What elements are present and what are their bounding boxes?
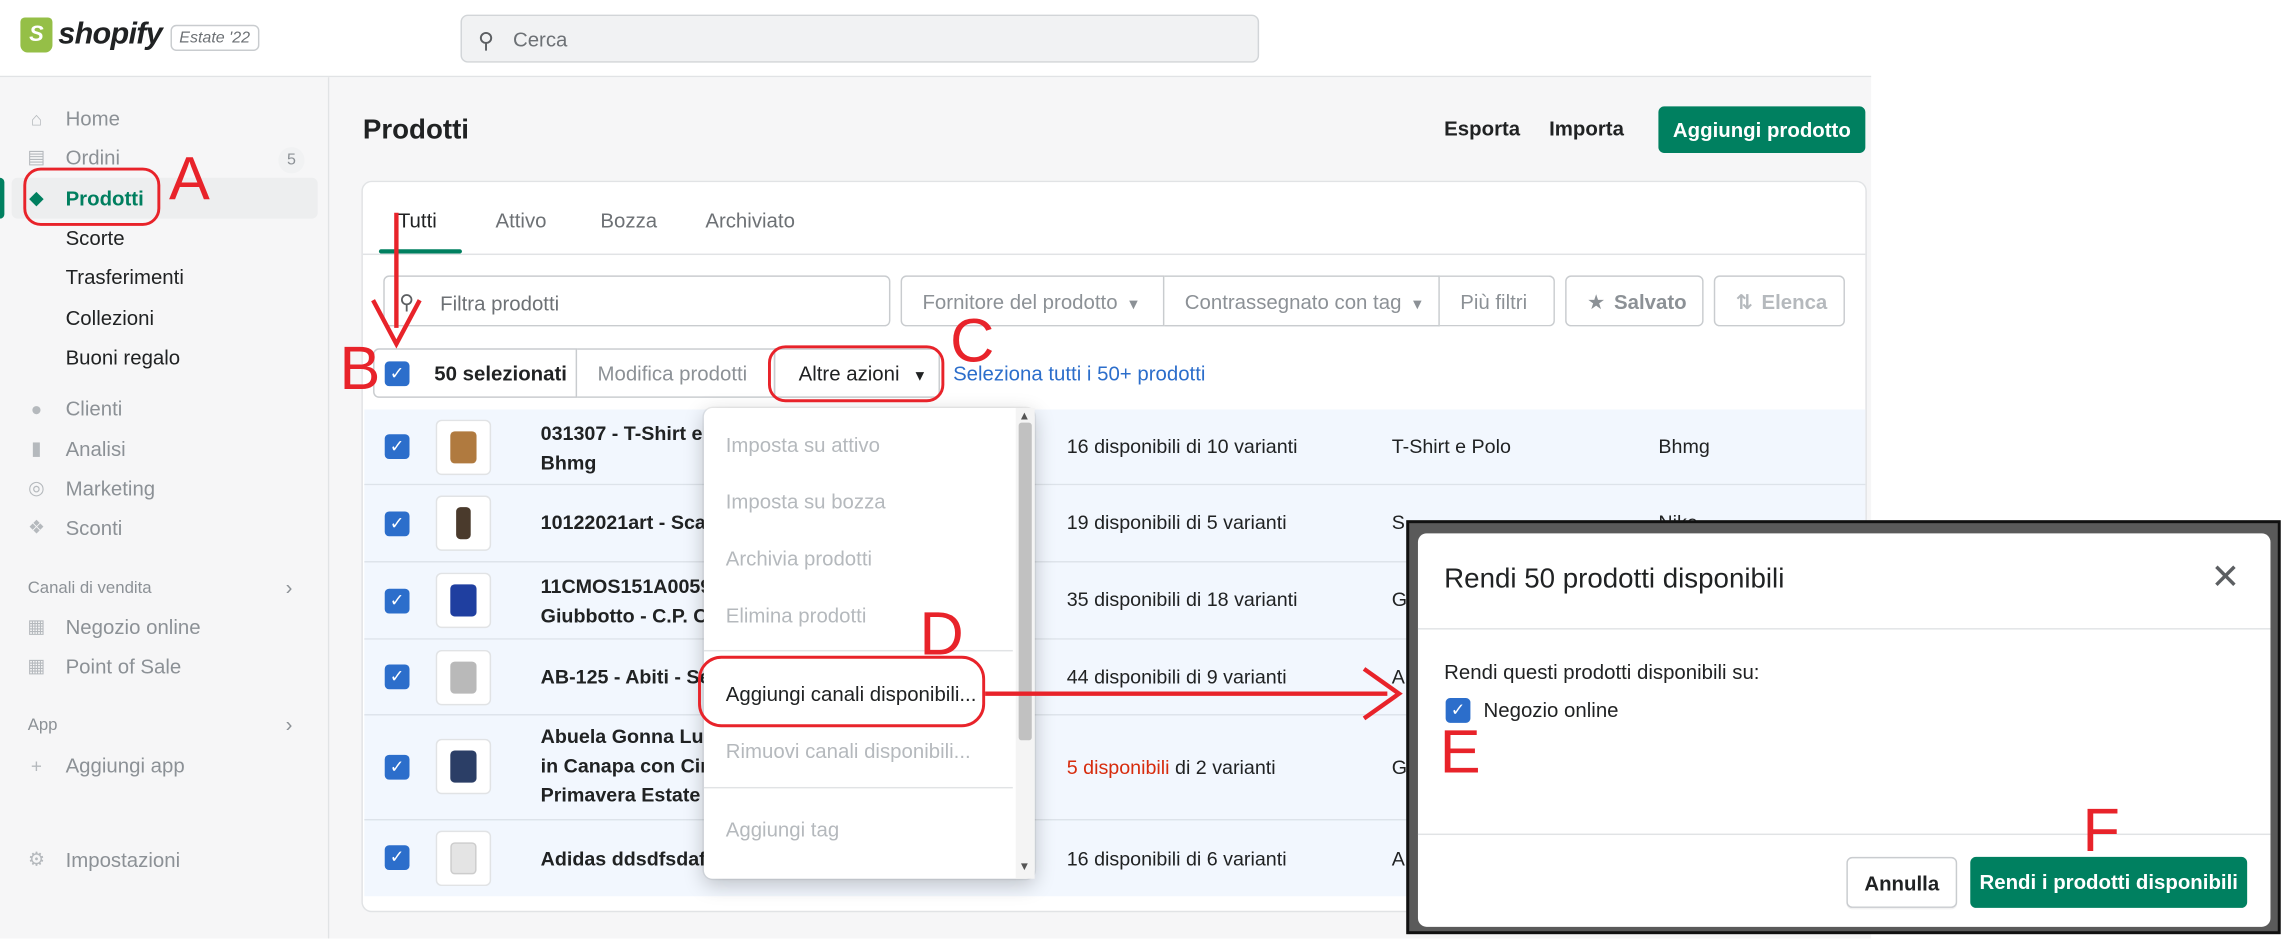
annotation-label-c: C (950, 306, 995, 375)
annotation-overlay (371, 212, 1403, 721)
annotation-label-e: E (1439, 716, 1481, 786)
annotation-label-f: F (2082, 795, 2120, 865)
annotation-circle-c (767, 345, 945, 403)
annotation-label-d: D (919, 598, 964, 668)
annotation-label-a: A (169, 144, 210, 213)
annotation-label-b: B (339, 333, 381, 403)
annotation-circle-a (23, 167, 161, 226)
